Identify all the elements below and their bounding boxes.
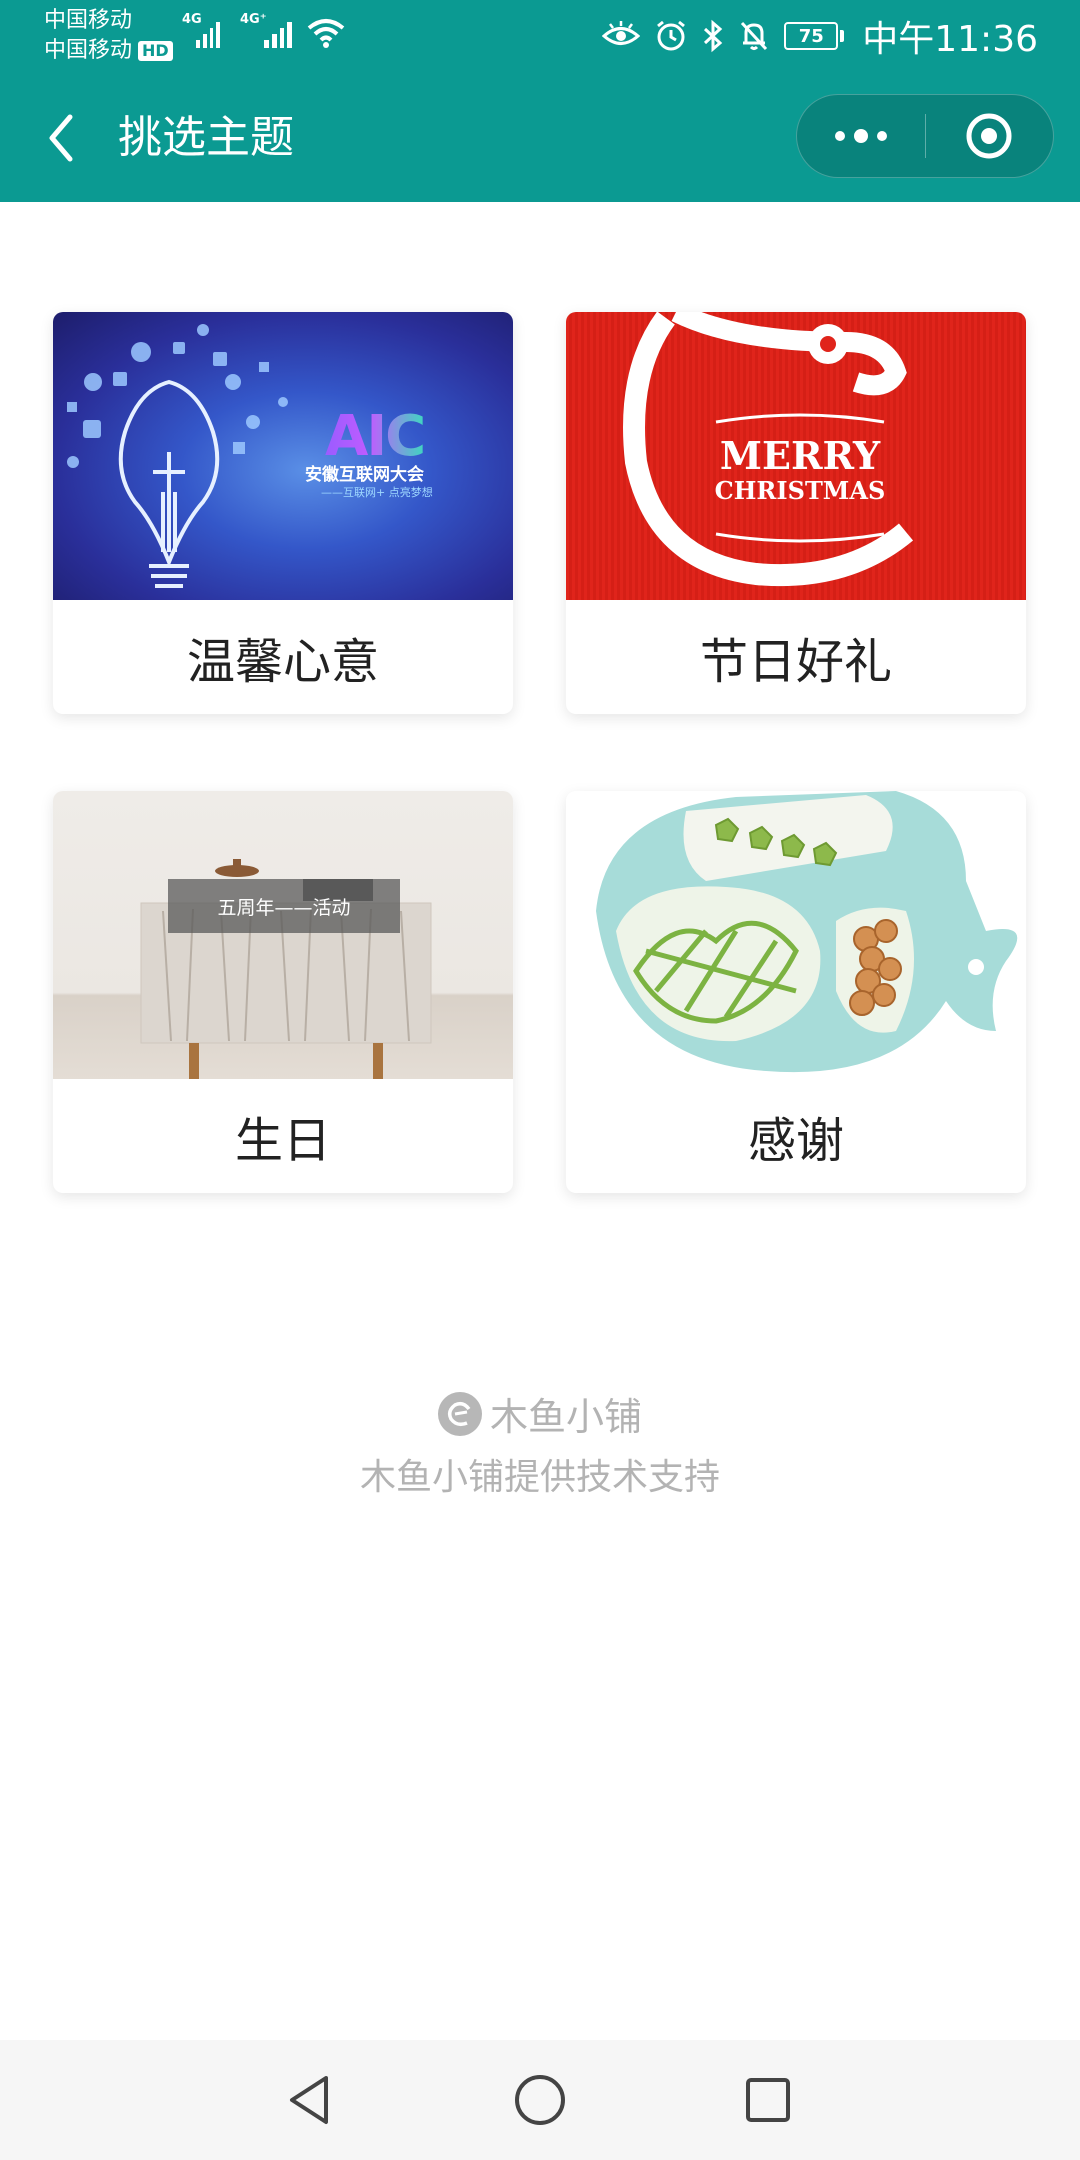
carrier-info: 中国移动 中国移动 HD — [44, 6, 173, 66]
status-icons: 75 中午11:36 — [602, 10, 1038, 62]
footer-support-text: 木鱼小铺提供技术支持 — [359, 1457, 720, 1498]
system-home-button[interactable] — [510, 2070, 570, 2130]
theme-label: 感谢 — [747, 1113, 844, 1169]
carrier-2: 中国移动 — [44, 38, 133, 63]
mini-program-capsule — [796, 94, 1054, 178]
theme-image-tech: AIC 安徽互联网大会 ——互联网+ 点亮梦想 — [53, 312, 513, 600]
theme-card-thanks[interactable]: 感谢 — [566, 791, 1026, 1193]
conference-slogan: ——互联网+ 点亮梦想 — [321, 486, 433, 499]
theme-card-birthday[interactable]: 五周年——活动 生日 — [53, 791, 513, 1193]
close-button[interactable] — [926, 94, 1054, 178]
system-back-button[interactable] — [280, 2070, 340, 2130]
christmas-text: CHRISTMAS — [714, 476, 886, 505]
status-bar: 中国移动 中国移动 HD 4G 4G⁺ 75 中午11:36 — [0, 0, 1080, 72]
mute-bell-icon — [738, 19, 770, 53]
alarm-icon — [654, 19, 688, 53]
more-button[interactable] — [797, 94, 925, 178]
hd-badge: HD — [138, 41, 173, 61]
battery-icon: 75 — [784, 22, 845, 50]
page-title: 挑选主题 — [118, 112, 294, 163]
wifi-icon — [306, 16, 346, 48]
target-close-icon — [966, 113, 1012, 159]
theme-image-christmas: MERRY CHRISTMAS — [566, 312, 1026, 600]
bluetooth-icon — [702, 19, 724, 53]
system-nav-bar — [0, 2040, 1080, 2160]
signal-icon-1: 4G — [182, 12, 220, 48]
theme-card-holiday[interactable]: MERRY CHRISTMAS 节日好礼 — [566, 312, 1026, 714]
clock: 中午11:36 — [862, 19, 1038, 60]
carrier-1: 中国移动 — [44, 8, 133, 33]
system-recent-button[interactable] — [738, 2070, 798, 2130]
theme-image-plate — [566, 791, 1026, 1079]
merry-text: MERRY — [719, 433, 881, 478]
square-recent-icon — [746, 2078, 790, 2122]
theme-label: 节日好礼 — [699, 634, 892, 690]
battery-level: 75 — [784, 22, 839, 50]
network-type-2: 4G⁺ — [240, 12, 267, 27]
nav-bar: 挑选主题 — [0, 72, 1080, 202]
eye-icon — [602, 21, 641, 51]
conference-caption: 安徽互联网大会 — [305, 465, 424, 485]
theme-image-cabinet: 五周年——活动 — [53, 791, 513, 1079]
signal-indicators: 4G 4G⁺ — [182, 12, 346, 48]
signal-icon-2: 4G⁺ — [240, 12, 292, 48]
theme-label: 生日 — [234, 1113, 331, 1169]
footer-brand: 木鱼小铺 — [0, 1386, 1080, 1441]
chevron-left-icon — [49, 114, 73, 162]
more-dots-icon — [834, 131, 845, 141]
circle-home-icon — [515, 2075, 565, 2125]
theme-card-warm[interactable]: AIC 安徽互联网大会 ——互联网+ 点亮梦想 温馨心意 — [53, 312, 513, 714]
network-type-1: 4G — [182, 12, 202, 27]
theme-label: 温馨心意 — [186, 634, 379, 690]
footer-brand-name: 木鱼小铺 — [489, 1395, 642, 1439]
triangle-back-icon — [290, 2076, 328, 2124]
back-button[interactable] — [36, 108, 86, 168]
event-tag: 五周年——活动 — [168, 879, 400, 933]
brand-logo-icon — [437, 1391, 482, 1436]
